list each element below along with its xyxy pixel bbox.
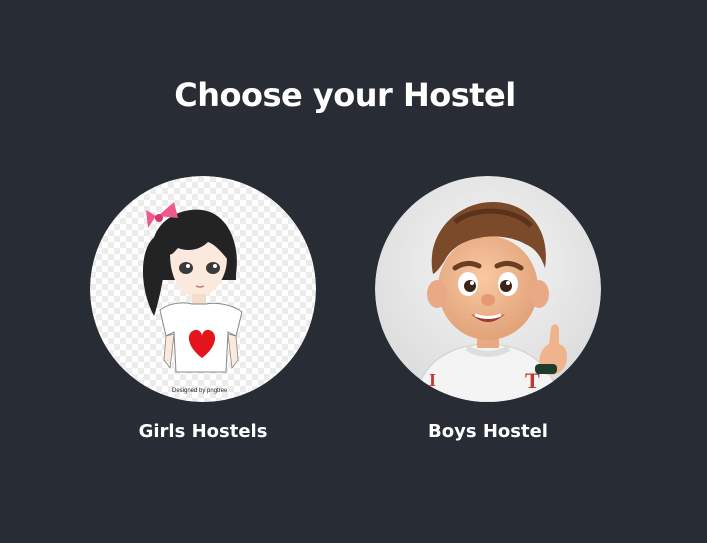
watermark-text: Designed by pngtree xyxy=(172,388,228,394)
svg-text:I: I xyxy=(429,370,436,390)
boys-hostel-label: Boys Hostel xyxy=(428,421,548,442)
boy-avatar-image[interactable]: T I xyxy=(375,176,601,402)
boys-hostel-option[interactable]: T I Boys Hostel xyxy=(375,176,601,442)
page-title: Choose your Hostel xyxy=(174,76,516,114)
girls-hostel-option[interactable]: Designed by pngtree Girls Hostels xyxy=(90,176,316,442)
girls-hostel-label: Girls Hostels xyxy=(138,421,268,442)
girl-avatar-image[interactable]: Designed by pngtree xyxy=(90,176,316,402)
